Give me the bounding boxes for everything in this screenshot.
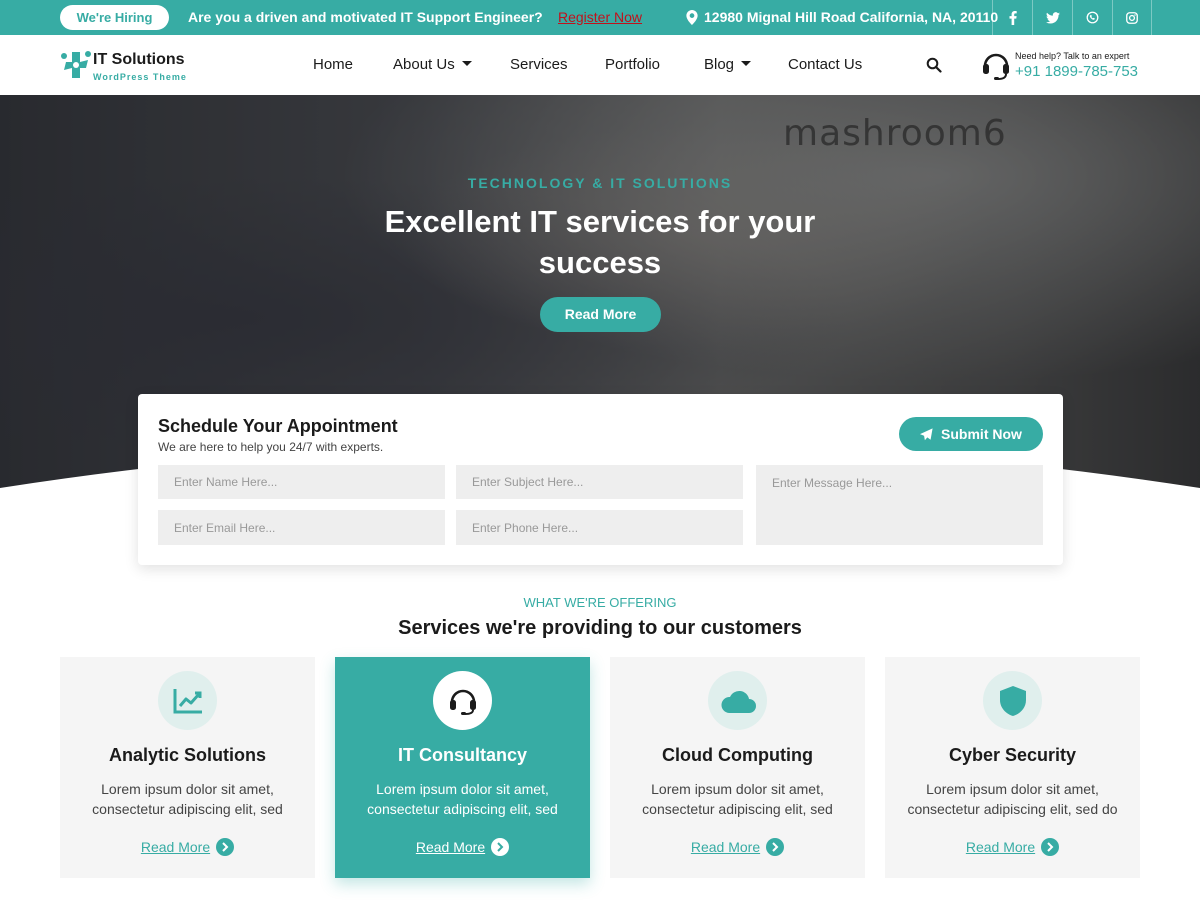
services-kicker: WHAT WE'RE OFFERING xyxy=(523,595,677,610)
nav-contact-us[interactable]: Contact Us xyxy=(788,35,862,95)
top-bar: We're Hiring Are you a driven and motiva… xyxy=(0,0,1200,35)
card-title: Cyber Security xyxy=(948,745,1077,765)
submit-now-label: Submit Now xyxy=(941,426,1022,442)
card-read-more-link[interactable]: Read More xyxy=(60,838,315,856)
card-read-more-link[interactable]: Read More xyxy=(335,838,590,856)
cloud-icon xyxy=(720,690,756,713)
caret-down-icon xyxy=(461,61,472,66)
card-desc: Lorem ipsum dolor sit amet, consectetur … xyxy=(907,781,1118,817)
main-header: IT Solutions WordPress Theme Home About … xyxy=(0,35,1200,95)
card-desc: Lorem ipsum dolor sit amet, consectetur … xyxy=(92,781,283,817)
card-read-more-label: Read More xyxy=(690,839,761,855)
card-icon-circle xyxy=(433,671,492,730)
location-pin-icon xyxy=(686,10,698,25)
chevron-right-icon xyxy=(766,838,785,856)
services-title: Services we're providing to our customer… xyxy=(398,617,802,639)
phone-number[interactable]: +91 1899-785-753 xyxy=(1015,63,1138,80)
service-card-security[interactable]: Cyber Security Lorem ipsum dolor sit ame… xyxy=(885,657,1140,878)
subject-input[interactable] xyxy=(456,465,743,499)
card-desc: Lorem ipsum dolor sit amet, consectetur … xyxy=(367,781,558,817)
help-text: Need help? Talk to an expert xyxy=(1015,51,1130,61)
chevron-right-icon xyxy=(1041,838,1060,856)
whatsapp-icon[interactable] xyxy=(1072,0,1112,35)
chevron-right-icon xyxy=(216,838,235,856)
service-card-analytic[interactable]: Analytic Solutions Lorem ipsum dolor sit… xyxy=(60,657,315,878)
headset-icon xyxy=(983,53,1009,80)
search-icon[interactable] xyxy=(926,57,942,73)
nav-services[interactable]: Services xyxy=(510,35,568,95)
submit-now-button[interactable]: Submit Now xyxy=(899,417,1043,451)
caret-down-icon xyxy=(741,61,752,66)
card-read-more-label: Read More xyxy=(415,839,486,855)
paper-plane-icon xyxy=(920,427,933,440)
headset-icon xyxy=(449,689,476,715)
service-card-cloud[interactable]: Cloud Computing Lorem ipsum dolor sit am… xyxy=(610,657,865,878)
nav-about-us-label: About Us xyxy=(393,56,455,73)
shield-icon xyxy=(999,685,1026,716)
brand-name[interactable]: IT Solutions xyxy=(93,51,185,69)
chevron-right-icon xyxy=(491,838,510,856)
card-desc: Lorem ipsum dolor sit amet, consectetur … xyxy=(642,781,833,817)
brand-tagline: WordPress Theme xyxy=(93,72,187,82)
nav-about-us[interactable]: About Us xyxy=(393,35,472,95)
card-icon-circle xyxy=(983,671,1042,730)
appointment-subtitle: We are here to help you 24/7 with expert… xyxy=(158,440,384,454)
card-title: Analytic Solutions xyxy=(108,745,267,765)
top-message: Are you a driven and motivated IT Suppor… xyxy=(188,9,543,25)
nav-portfolio[interactable]: Portfolio xyxy=(605,35,660,95)
name-input[interactable] xyxy=(158,465,445,499)
appointment-form: Schedule Your Appointment We are here to… xyxy=(138,394,1063,565)
message-input[interactable] xyxy=(756,465,1043,545)
card-title: IT Consultancy xyxy=(397,745,527,765)
instagram-icon[interactable] xyxy=(1112,0,1152,35)
card-icon-circle xyxy=(158,671,217,730)
chart-icon xyxy=(173,688,202,713)
twitter-icon[interactable] xyxy=(1032,0,1072,35)
card-title: Cloud Computing xyxy=(662,745,813,765)
register-link[interactable]: Register Now xyxy=(558,0,642,35)
nav-home[interactable]: Home xyxy=(313,35,353,95)
card-read-more-label: Read More xyxy=(965,839,1036,855)
logo-icon[interactable] xyxy=(58,48,94,82)
email-input[interactable] xyxy=(158,510,445,545)
phone-input[interactable] xyxy=(456,510,743,545)
hiring-badge[interactable]: We're Hiring xyxy=(60,5,169,30)
nav-blog[interactable]: Blog xyxy=(704,35,752,95)
appointment-title: Schedule Your Appointment xyxy=(158,416,398,436)
card-read-more-link[interactable]: Read More xyxy=(610,838,865,856)
card-icon-circle xyxy=(708,671,767,730)
address: 12980 Mignal Hill Road California, NA, 2… xyxy=(686,0,998,35)
nav-blog-label: Blog xyxy=(704,56,735,73)
social-links xyxy=(992,0,1152,35)
card-read-more-link[interactable]: Read More xyxy=(885,838,1140,856)
address-text: 12980 Mignal Hill Road California, NA, 2… xyxy=(704,9,999,25)
service-card-consultancy[interactable]: IT Consultancy Lorem ipsum dolor sit ame… xyxy=(335,657,590,878)
card-read-more-label: Read More xyxy=(140,839,211,855)
facebook-icon[interactable] xyxy=(992,0,1032,35)
